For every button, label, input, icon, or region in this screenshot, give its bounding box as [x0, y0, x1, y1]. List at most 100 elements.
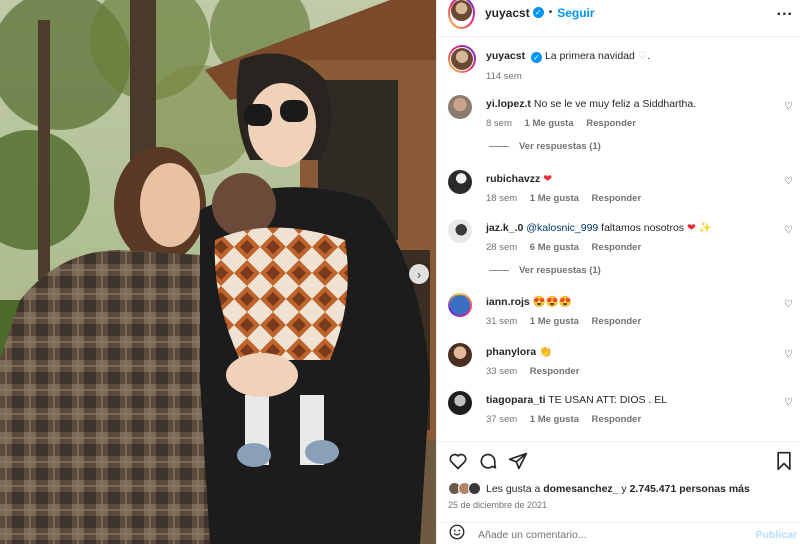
comment-avatar[interactable] — [448, 95, 472, 119]
post-header: yuyacst ✓ • Seguir ... — [437, 0, 800, 29]
post-date: 25 de diciembre de 2021 — [448, 500, 548, 510]
comment-meta: 18 sem 1 Me gusta Responder — [486, 193, 651, 204]
comment-user[interactable]: iann.rojs — [486, 296, 530, 308]
comment-time: 33 sem — [486, 366, 518, 377]
comment-body: 😍😍😍 — [532, 296, 572, 308]
avatar — [451, 0, 472, 21]
comment-mention[interactable]: @kalosnic_999 — [526, 222, 598, 234]
post-photo[interactable]: › — [0, 0, 436, 544]
heart-icon[interactable]: ♡ — [784, 225, 793, 236]
heart-icon[interactable]: ♡ — [784, 176, 793, 187]
reply-button[interactable]: Responder — [592, 242, 642, 253]
caption-meta: 114 sem — [486, 71, 532, 82]
comment-likes[interactable]: 1 Me gusta — [530, 316, 579, 327]
comment-composer: Publicar — [437, 522, 800, 544]
more-icon[interactable]: ... — [777, 3, 793, 19]
comment-avatar[interactable] — [448, 343, 472, 367]
verified-icon: ✓ — [531, 52, 543, 63]
view-replies-button[interactable]: Ver respuestas (1) — [489, 141, 601, 152]
comment-meta: 8 sem 1 Me gusta Responder — [486, 118, 646, 129]
verified-icon: ✓ — [532, 7, 544, 18]
likes-prefix: Les gusta a — [486, 482, 541, 495]
reply-button[interactable]: Responder — [592, 414, 642, 425]
comment-item: rubichavzz ❤ 18 sem 1 Me gusta Responder… — [448, 170, 793, 204]
comment-text: yi.lopez.t No se le ve muy feliz a Siddh… — [486, 98, 696, 111]
replies-label: Ver respuestas (1) — [519, 265, 601, 276]
caption-end: . — [647, 50, 651, 62]
comment-time: 28 sem — [486, 242, 518, 253]
comment-body: faltamos nosotros — [601, 222, 685, 234]
comment-likes[interactable]: 1 Me gusta — [530, 414, 579, 425]
likers-avatars[interactable] — [448, 482, 481, 495]
comment-body: 👏 — [539, 346, 553, 358]
comment-meta: 28 sem 6 Me gusta Responder — [486, 242, 651, 253]
comment-avatar[interactable] — [448, 391, 472, 415]
comment-avatar[interactable] — [448, 293, 472, 317]
comment-likes[interactable]: 1 Me gusta — [530, 193, 579, 204]
caption-text: yuyacst ✓ La primera navidad ♡. — [486, 50, 650, 63]
comment-icon[interactable] — [478, 451, 498, 476]
likes-user[interactable]: domesanchez_ — [543, 483, 618, 495]
heart-icon[interactable]: ♡ — [784, 349, 793, 360]
comment-user[interactable]: rubichavzz — [486, 173, 540, 185]
author-avatar-ring[interactable] — [448, 0, 475, 29]
follow-button[interactable]: Seguir — [557, 6, 594, 20]
view-replies-button[interactable]: Ver respuestas (1) — [489, 265, 601, 276]
comment-emoji: ❤ ✨ — [686, 222, 712, 234]
comment-item: yi.lopez.t No se le ve muy feliz a Siddh… — [448, 95, 793, 129]
comment-meta: 31 sem 1 Me gusta Responder — [486, 316, 651, 327]
heart-icon[interactable] — [448, 451, 468, 476]
heart-icon[interactable]: ♡ — [784, 397, 793, 408]
publish-button[interactable]: Publicar — [756, 529, 797, 541]
post-actions: Les gusta a domesanchez_ y 2.745.471 per… — [437, 441, 800, 544]
comment-user[interactable]: tiagopara_ti — [486, 394, 546, 406]
comment-body: No se le ve muy feliz a Siddhartha. — [533, 98, 697, 110]
heart-icon[interactable]: ♡ — [784, 299, 793, 310]
comment-text: phanylora 👏 — [486, 346, 552, 359]
family-photo-image — [0, 0, 436, 544]
comment-item: iann.rojs 😍😍😍 31 sem 1 Me gusta Responde… — [448, 293, 793, 327]
comment-likes[interactable]: 6 Me gusta — [530, 242, 579, 253]
caption-body: La primera navidad — [544, 50, 635, 62]
comment-text: tiagopara_ti TE USAN ATT: DIOS . EL — [486, 394, 667, 407]
likes-count[interactable]: 2.745.471 personas más — [630, 483, 750, 495]
caption-avatar[interactable] — [448, 45, 476, 73]
comment-time: 8 sem — [486, 118, 512, 129]
comment-avatar[interactable] — [448, 170, 472, 194]
reply-button[interactable]: Responder — [592, 193, 642, 204]
caption: yuyacst ✓ La primera navidad ♡. 114 sem — [448, 45, 793, 82]
comment-input[interactable] — [478, 528, 728, 541]
share-icon[interactable] — [508, 451, 528, 476]
author-username[interactable]: yuyacst — [485, 6, 530, 20]
reply-button[interactable]: Responder — [592, 316, 642, 327]
heart-icon[interactable]: ♡ — [784, 101, 793, 112]
comments-list[interactable]: yuyacst ✓ La primera navidad ♡. 114 sem … — [437, 36, 800, 440]
bookmark-icon[interactable] — [775, 451, 793, 476]
reply-button[interactable]: Responder — [586, 118, 636, 129]
chevron-right-icon: › — [416, 266, 422, 282]
replies-line — [489, 270, 509, 271]
separator-dot: • — [548, 7, 553, 18]
emoji-icon[interactable] — [448, 523, 466, 544]
comment-meta: 33 sem Responder — [486, 366, 589, 377]
comment-meta: 37 sem 1 Me gusta Responder — [486, 414, 651, 425]
comment-user[interactable]: phanylora — [486, 346, 536, 358]
post-side-panel: yuyacst ✓ • Seguir ... yuyacst ✓ La prim… — [436, 0, 800, 544]
comment-time: 37 sem — [486, 414, 518, 425]
next-photo-button[interactable]: › — [409, 264, 429, 284]
reply-button[interactable]: Responder — [530, 366, 580, 377]
comment-time: 31 sem — [486, 316, 518, 327]
comment-text: jaz.k_.0 @kalosnic_999 faltamos nosotros… — [486, 222, 712, 235]
comment-likes[interactable]: 1 Me gusta — [525, 118, 574, 129]
caption-time: 114 sem — [486, 71, 522, 82]
caption-author[interactable]: yuyacst — [486, 50, 525, 62]
comment-item: tiagopara_ti TE USAN ATT: DIOS . EL 37 s… — [448, 391, 793, 425]
replies-label: Ver respuestas (1) — [519, 141, 601, 152]
comment-body: TE USAN ATT: DIOS . EL — [548, 394, 668, 406]
comment-item: jaz.k_.0 @kalosnic_999 faltamos nosotros… — [448, 219, 793, 253]
comment-user[interactable]: jaz.k_.0 — [486, 222, 523, 234]
avatar — [451, 48, 473, 70]
comment-avatar[interactable] — [448, 219, 472, 243]
comment-body: ❤ — [543, 173, 552, 185]
comment-user[interactable]: yi.lopez.t — [486, 98, 531, 110]
